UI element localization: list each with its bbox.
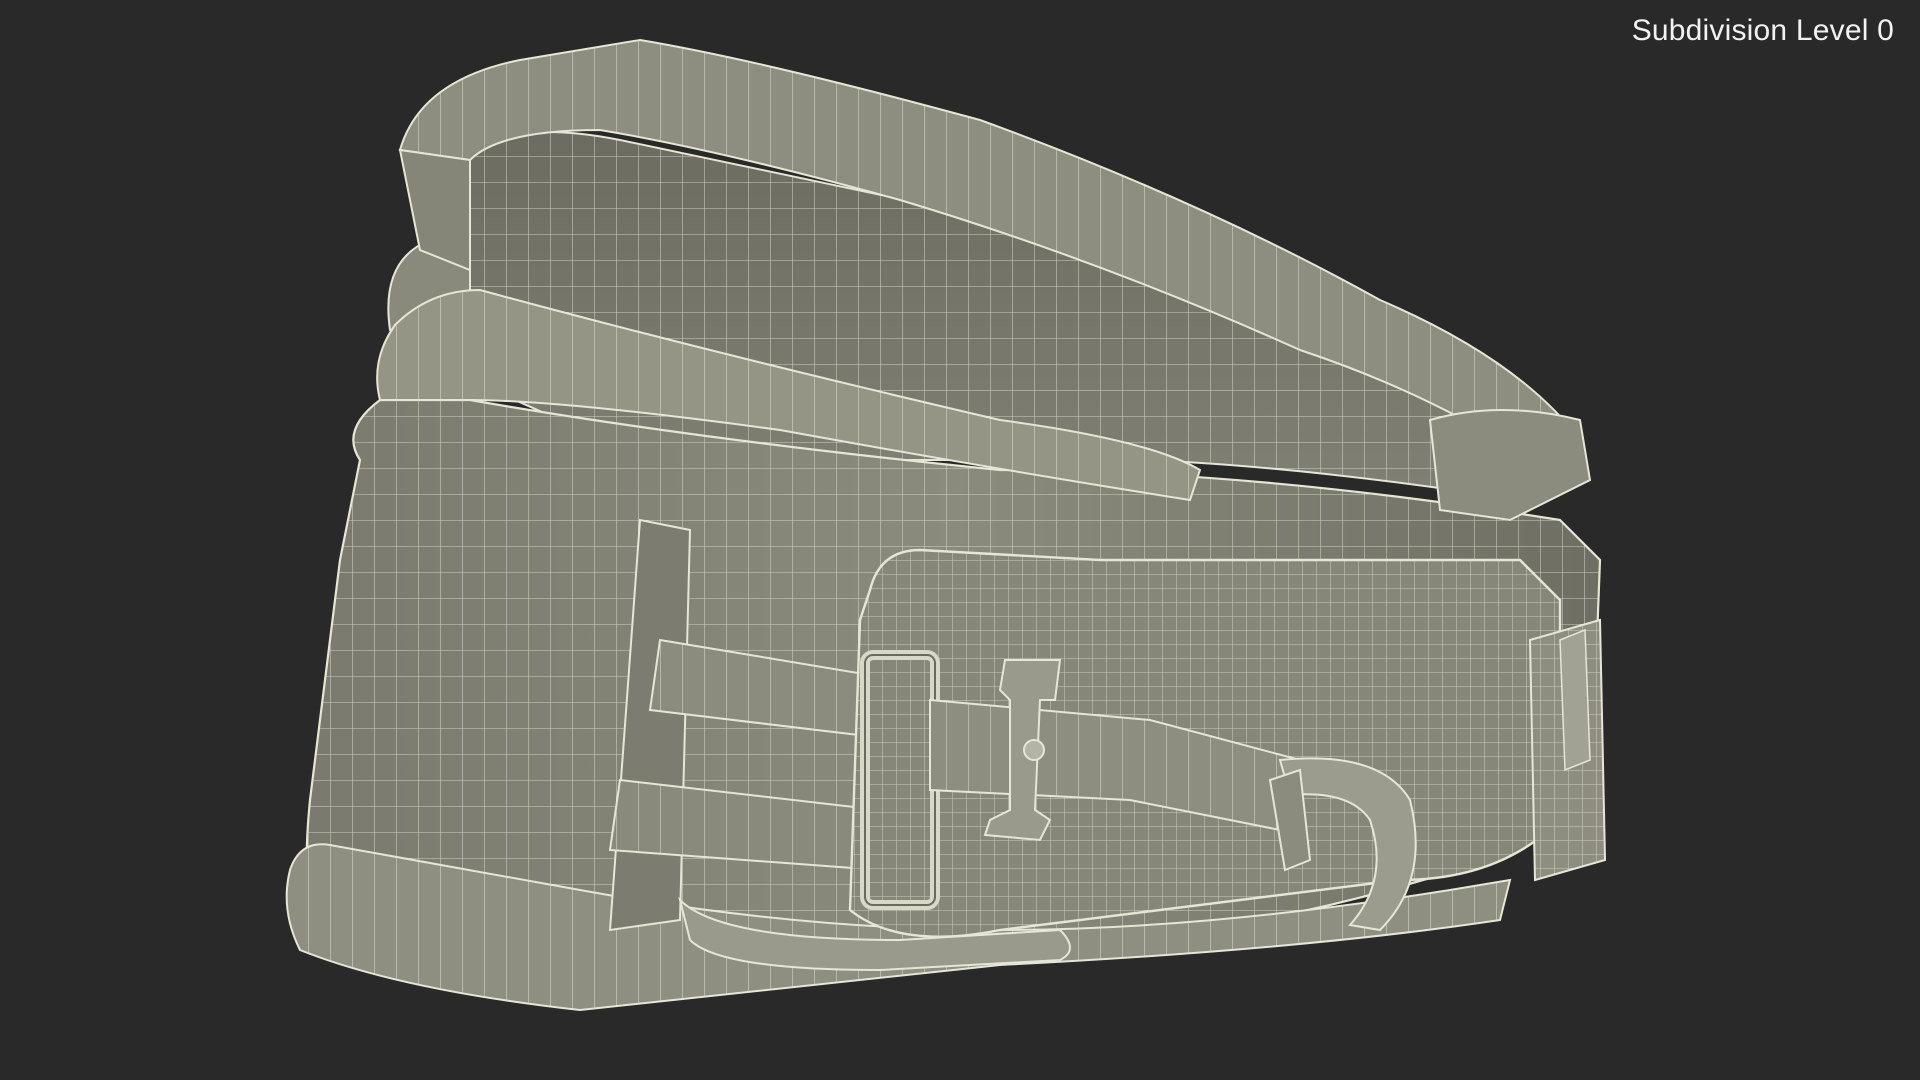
right-rim	[1428, 409, 1592, 522]
wireframe-belt-model	[285, 38, 1607, 1012]
3d-viewport: Subdivision Level 0	[0, 0, 1920, 1080]
rivet	[1023, 739, 1045, 761]
subdivision-level-label: Subdivision Level 0	[1631, 14, 1894, 47]
